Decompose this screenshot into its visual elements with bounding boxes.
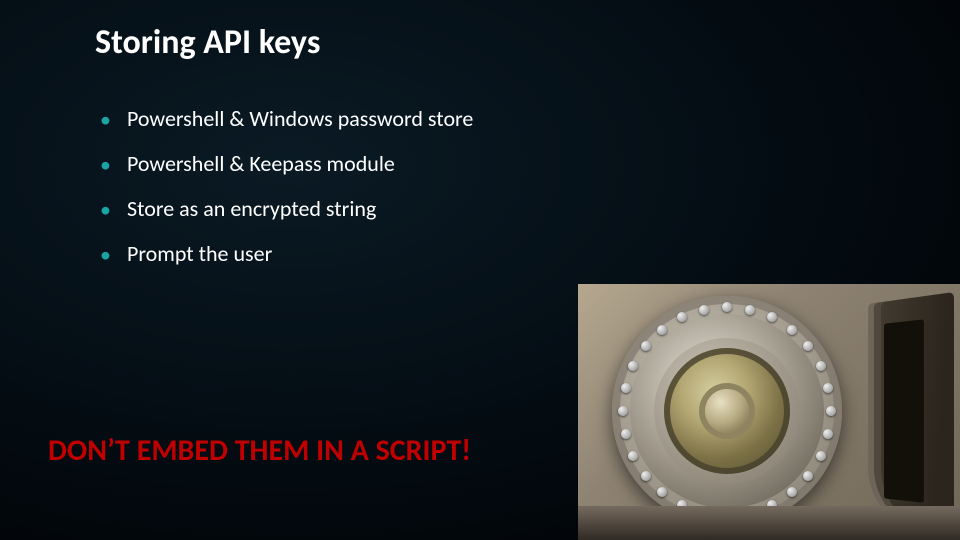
list-item: • Prompt the user (100, 240, 473, 267)
list-item: • Powershell & Keepass module (100, 150, 473, 177)
bullet-list: • Powershell & Windows password store • … (100, 105, 473, 285)
list-item-text: Prompt the user (127, 240, 272, 267)
vault-image (578, 284, 960, 540)
bullet-icon: • (100, 154, 111, 176)
list-item-text: Powershell & Windows password store (127, 105, 473, 132)
list-item-text: Store as an encrypted string (127, 195, 376, 222)
bullet-icon: • (100, 199, 111, 221)
list-item: • Store as an encrypted string (100, 195, 473, 222)
warning-text: DON’T EMBED THEM IN A SCRIPT! (48, 432, 471, 469)
list-item-text: Powershell & Keepass module (127, 150, 395, 177)
slide-title: Storing API keys (95, 22, 320, 63)
list-item: • Powershell & Windows password store (100, 105, 473, 132)
bullet-icon: • (100, 244, 111, 266)
bullet-icon: • (100, 109, 111, 131)
